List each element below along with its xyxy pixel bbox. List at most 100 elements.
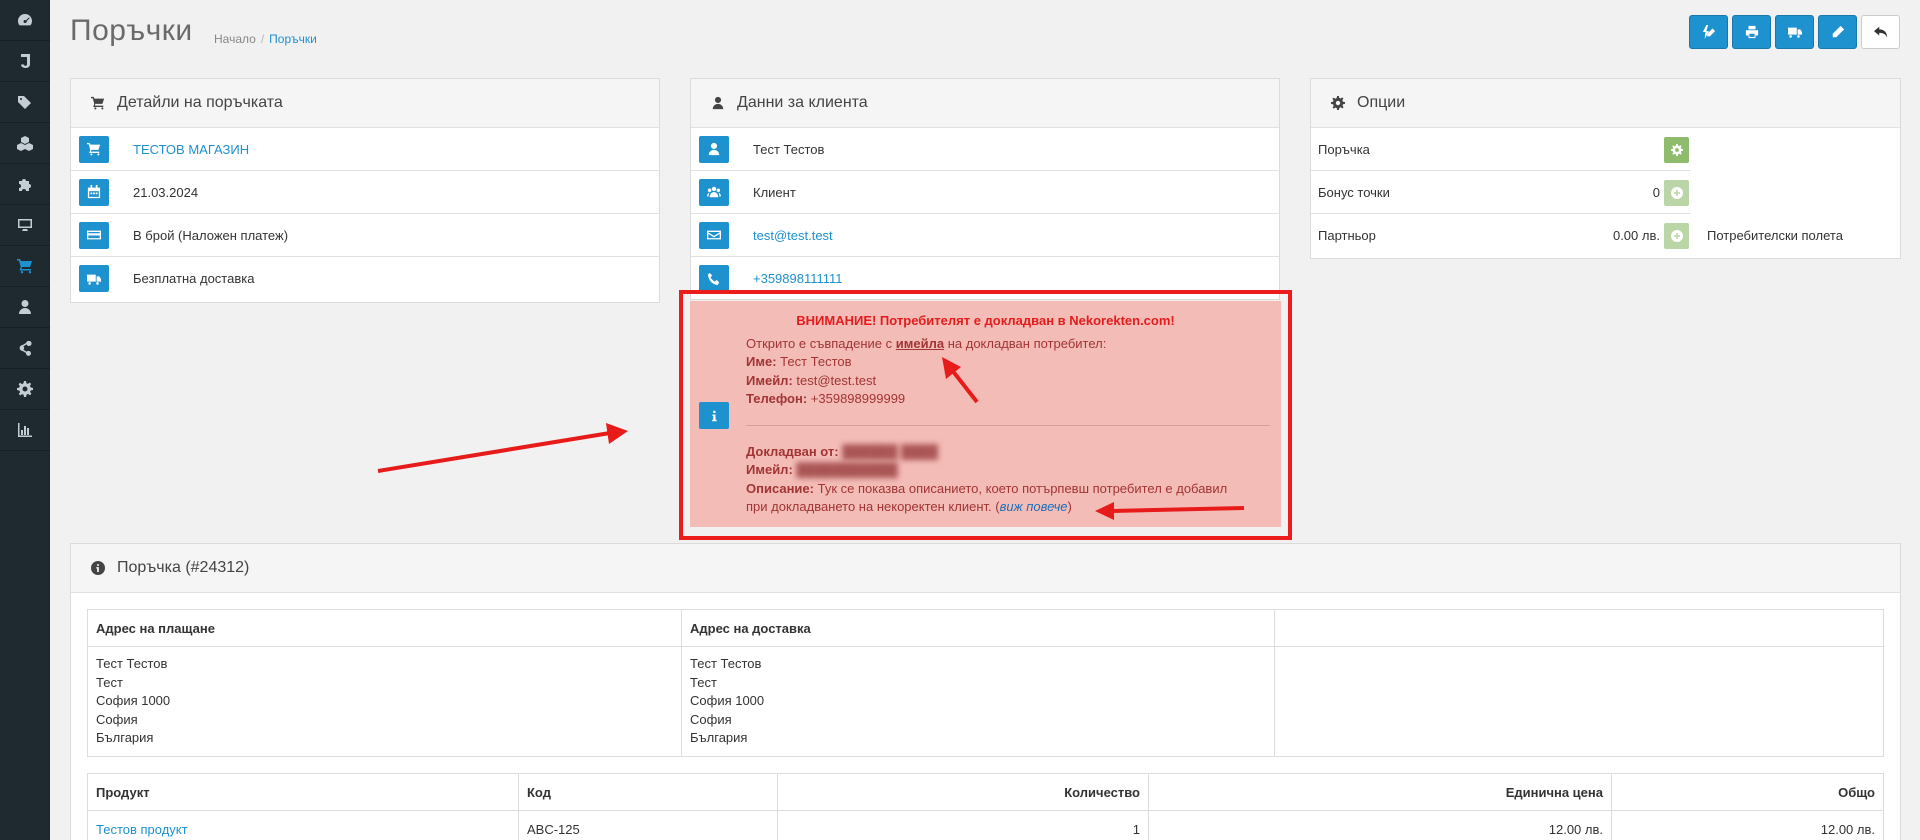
alert-description-line-2: при докладването на некоректен клиент. (… bbox=[746, 499, 1072, 514]
reporter-email-label: Имейл: bbox=[746, 462, 793, 477]
bar-chart-icon bbox=[18, 423, 32, 437]
product-total: 12.00 лв. bbox=[1611, 810, 1884, 840]
breadcrumb-home[interactable]: Начало bbox=[214, 32, 256, 46]
description-label: Описание: bbox=[746, 481, 814, 496]
order-details-panel: Детайли на поръчката ТЕСТОВ МАГАЗИН 21.0… bbox=[70, 78, 660, 303]
shipping-button[interactable] bbox=[1775, 15, 1814, 49]
payment-address-cell: Тест Тестов Тест София 1000 София Българ… bbox=[87, 646, 682, 757]
product-quantity: 1 bbox=[777, 810, 1149, 840]
date-button[interactable] bbox=[79, 178, 109, 206]
payment-method: В брой (Наложен платеж) bbox=[133, 227, 289, 243]
address-line: Тест Тестов bbox=[690, 656, 762, 671]
sidebar-item-catalog[interactable] bbox=[0, 41, 50, 82]
cog-icon bbox=[17, 381, 33, 397]
arrow-to-alert bbox=[377, 423, 628, 473]
address-line: София 1000 bbox=[96, 693, 171, 708]
customer-button[interactable] bbox=[699, 135, 729, 163]
store-link[interactable]: ТЕСТОВ МАГАЗИН bbox=[133, 142, 249, 157]
alert-info-button[interactable] bbox=[699, 402, 729, 429]
desktop-icon bbox=[18, 219, 32, 231]
add-affiliate-button[interactable] bbox=[1664, 222, 1689, 249]
name-label: Име: bbox=[746, 354, 777, 369]
sidebar-item-modules[interactable] bbox=[0, 164, 50, 205]
sidebar-item-settings[interactable] bbox=[0, 369, 50, 410]
share-icon bbox=[19, 340, 32, 356]
more-link[interactable]: виж повече bbox=[1000, 499, 1068, 514]
reply-icon bbox=[1873, 26, 1887, 38]
sidebar-item-sales[interactable] bbox=[0, 246, 50, 287]
invoice-button[interactable] bbox=[1689, 15, 1728, 49]
alert-email-line: Имейл: test@test.test bbox=[746, 373, 876, 388]
customer-name-row: Тест Тестов bbox=[691, 128, 1279, 171]
address-line: София 1000 bbox=[690, 693, 765, 708]
customer-email-link[interactable]: test@test.test bbox=[753, 228, 833, 243]
affiliate-value: 0.00 лв. bbox=[1612, 228, 1660, 243]
sidebar bbox=[0, 0, 50, 840]
sidebar-item-tags[interactable] bbox=[0, 82, 50, 123]
shipping-method-button[interactable] bbox=[79, 265, 109, 292]
bolt-pencil-icon bbox=[1702, 25, 1715, 39]
option-row-affiliate: Партньор 0.00 лв. Потребителски полета bbox=[1311, 214, 1900, 257]
order-settings-button[interactable] bbox=[1664, 136, 1689, 163]
product-header: Продукт bbox=[87, 773, 519, 811]
address-line: Тест bbox=[690, 674, 717, 690]
sidebar-item-reports[interactable] bbox=[0, 410, 50, 451]
match-suffix: на докладван потребител: bbox=[947, 336, 1107, 351]
product-link[interactable]: Тестов продукт bbox=[96, 822, 188, 837]
sidebar-item-dashboard[interactable] bbox=[0, 0, 50, 41]
product-unit-price: 12.00 лв. bbox=[1148, 810, 1612, 840]
description-text-2: при докладването на некоректен клиент. bbox=[746, 499, 992, 514]
sidebar-item-design[interactable] bbox=[0, 205, 50, 246]
store-button[interactable] bbox=[79, 135, 109, 163]
products-header-row: Продукт Код Количество Единична цена Общ… bbox=[87, 773, 1884, 811]
shopping-cart-icon bbox=[91, 96, 105, 110]
page-title: Поръчки bbox=[70, 14, 193, 47]
option-row-order: Поръчка bbox=[1311, 128, 1900, 171]
empty-header bbox=[1274, 609, 1884, 647]
customer-heading: Данни за клиента bbox=[691, 79, 1279, 128]
description-text-1: Тук се показва описанието, което потърпе… bbox=[817, 481, 1228, 496]
unit-price-header: Единична цена bbox=[1148, 773, 1612, 811]
alert-phone-line: Телефон: +359898999999 bbox=[746, 391, 905, 406]
reporter-name-blurred: ██████ ████ bbox=[842, 444, 938, 459]
sidebar-item-marketing[interactable] bbox=[0, 328, 50, 369]
sidebar-item-extensions[interactable] bbox=[0, 123, 50, 164]
plus-circle-icon bbox=[1670, 229, 1683, 242]
cog-icon bbox=[1670, 143, 1683, 156]
customer-group-button[interactable] bbox=[699, 178, 729, 206]
email-button[interactable] bbox=[699, 221, 729, 249]
date-row: 21.03.2024 bbox=[71, 171, 659, 214]
product-code: ABC-125 bbox=[518, 810, 778, 840]
email-value: test@test.test bbox=[796, 373, 877, 388]
phone-button[interactable] bbox=[699, 265, 729, 292]
alert-description-line: Описание: Тук се показва описанието, кое… bbox=[746, 481, 1227, 496]
cubes-icon bbox=[17, 136, 33, 151]
option-label: Партньор bbox=[1318, 228, 1376, 243]
quantity-header: Количество bbox=[777, 773, 1149, 811]
back-button[interactable] bbox=[1861, 15, 1900, 49]
store-row: ТЕСТОВ МАГАЗИН bbox=[71, 128, 659, 171]
alert-reporter-email-line: Имейл: ███████████ bbox=[746, 462, 898, 477]
sidebar-item-customers[interactable] bbox=[0, 287, 50, 328]
header-actions bbox=[1689, 15, 1900, 49]
bonus-points-value: 0 bbox=[1652, 185, 1660, 200]
customer-phone-link[interactable]: +359898111111 bbox=[753, 271, 843, 286]
print-button[interactable] bbox=[1732, 15, 1771, 49]
edit-button[interactable] bbox=[1818, 15, 1857, 49]
product-name-cell: Тестов продукт bbox=[87, 810, 519, 840]
payment-row: В брой (Наложен платеж) bbox=[71, 214, 659, 257]
pencil-icon bbox=[1831, 25, 1844, 39]
payment-button[interactable] bbox=[79, 221, 109, 249]
address-line: Тест Тестов bbox=[96, 656, 168, 671]
order-date: 21.03.2024 bbox=[133, 184, 199, 200]
add-bonus-points-button[interactable] bbox=[1664, 179, 1689, 206]
puzzle-icon bbox=[19, 179, 31, 191]
breadcrumb-orders[interactable]: Поръчки bbox=[269, 32, 317, 46]
shipping-address-header: Адрес на доставка bbox=[681, 609, 1275, 647]
truck-icon bbox=[87, 274, 101, 285]
email-label: Имейл: bbox=[746, 373, 793, 388]
close-paren: ) bbox=[1067, 499, 1072, 514]
address-line: София bbox=[690, 711, 732, 727]
reporter-email-blurred: ███████████ bbox=[796, 462, 898, 477]
phone-value: +359898999999 bbox=[810, 391, 906, 406]
